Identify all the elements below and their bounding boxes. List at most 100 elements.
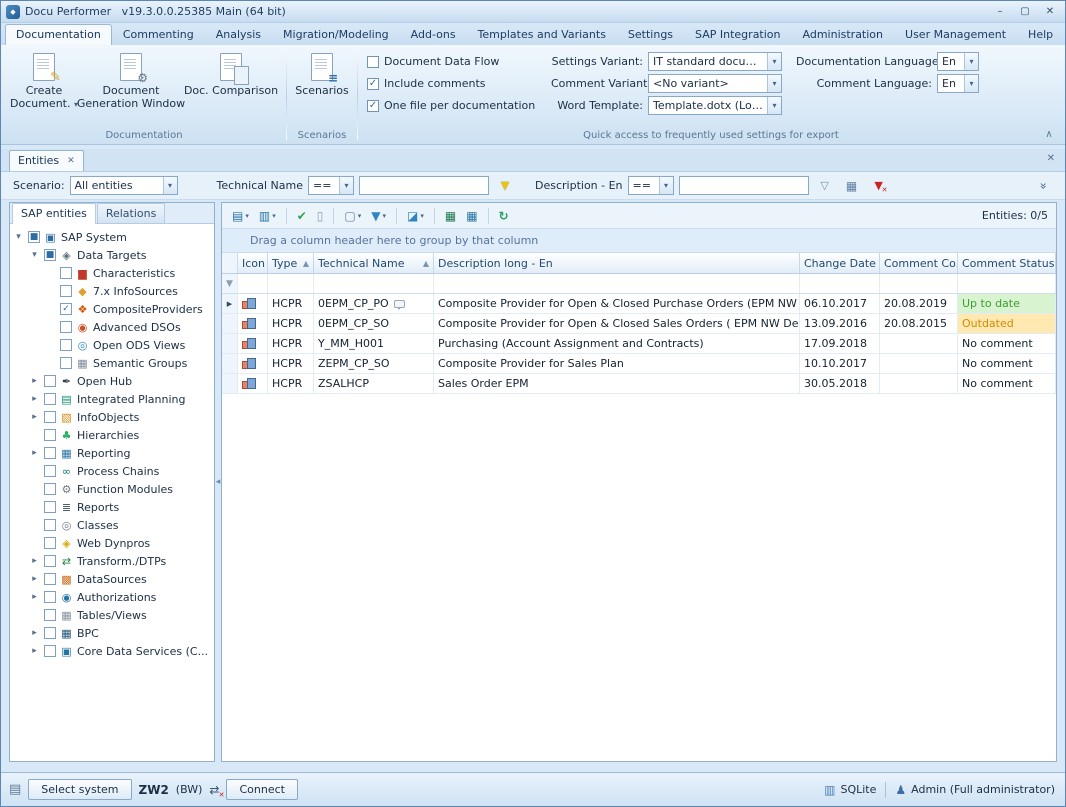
ribbon-tab-analysis[interactable]: Analysis bbox=[205, 24, 272, 45]
checkbox-document-data-flow[interactable]: Document Data Flow bbox=[367, 51, 537, 72]
table-row[interactable]: HCPR 0EPM_CP_SO Composite Provider for O… bbox=[222, 314, 1056, 334]
doc-comparison-button[interactable]: Doc. Comparison bbox=[179, 47, 283, 98]
tree-item-function-modules[interactable]: ⚙Function Modules bbox=[12, 480, 212, 498]
expander-icon[interactable]: ▸ bbox=[28, 412, 41, 422]
expander-icon[interactable]: ▸ bbox=[28, 628, 41, 638]
filter-cell-type[interactable] bbox=[268, 274, 314, 293]
panel-close-button[interactable]: ✕ bbox=[1047, 153, 1055, 164]
checkbox[interactable]: ■ bbox=[28, 231, 40, 243]
description-filter-input[interactable] bbox=[679, 176, 809, 195]
maximize-button[interactable]: ▢ bbox=[1015, 4, 1035, 20]
clear-filter-button[interactable]: ▼ ✕ bbox=[868, 175, 890, 196]
checkbox[interactable] bbox=[60, 357, 72, 369]
table-row[interactable]: HCPR Y_MM_H001 Purchasing (Account Assig… bbox=[222, 334, 1056, 354]
filter-cell-change-date[interactable] bbox=[800, 274, 880, 293]
documentation-language-select[interactable]: En ▾ bbox=[937, 52, 979, 71]
tree-item-integrated-planning[interactable]: ▸▤Integrated Planning bbox=[12, 390, 212, 408]
expander-icon[interactable]: ▸ bbox=[28, 556, 41, 566]
ribbon-tab-settings[interactable]: Settings bbox=[617, 24, 684, 45]
tree-item-label[interactable]: BPC bbox=[77, 627, 99, 640]
checkbox-one-file-per-documentation[interactable]: ✓ One file per documentation bbox=[367, 95, 537, 116]
tab-entities[interactable]: Entities ✕ bbox=[9, 150, 84, 171]
tree-item-reporting[interactable]: ▸▦Reporting bbox=[12, 444, 212, 462]
ribbon-tab-administration[interactable]: Administration bbox=[792, 24, 895, 45]
tree-item-label[interactable]: DataSources bbox=[77, 573, 147, 586]
checkbox[interactable] bbox=[60, 321, 72, 333]
checkbox[interactable] bbox=[44, 573, 56, 585]
checkbox[interactable]: ✓ bbox=[60, 303, 72, 315]
column-header-icon-col[interactable]: Icon bbox=[238, 253, 268, 273]
checkbox[interactable] bbox=[44, 465, 56, 477]
filter-cell-description[interactable] bbox=[434, 274, 800, 293]
tree-item-label[interactable]: Core Data Services (C... bbox=[77, 645, 208, 658]
tab-close-icon[interactable]: ✕ bbox=[67, 156, 75, 166]
ribbon-tab-sap-integration[interactable]: SAP Integration bbox=[684, 24, 791, 45]
expander-icon[interactable]: ▸ bbox=[28, 448, 41, 458]
checkbox[interactable] bbox=[44, 411, 56, 423]
expander-icon[interactable]: ▸ bbox=[28, 592, 41, 602]
ribbon-tab-user-management[interactable]: User Management bbox=[894, 24, 1017, 45]
filter-cell-comment-co[interactable] bbox=[880, 274, 958, 293]
checkbox[interactable] bbox=[44, 609, 56, 621]
tree-item-hierarchies[interactable]: ♣Hierarchies bbox=[12, 426, 212, 444]
checkbox-include-comments[interactable]: ✓ Include comments bbox=[367, 73, 537, 94]
checkbox[interactable] bbox=[44, 375, 56, 387]
tree-item-label[interactable]: Tables/Views bbox=[77, 609, 147, 622]
checkbox[interactable] bbox=[60, 267, 72, 279]
scenario-select[interactable]: All entities ▾ bbox=[70, 176, 178, 195]
checkbox[interactable]: ■ bbox=[44, 249, 56, 261]
tree-item-bpc[interactable]: ▸▦BPC bbox=[12, 624, 212, 642]
table-row[interactable]: ▶ HCPR 0EPM_CP_PO Composite Provider for… bbox=[222, 294, 1056, 314]
expander-icon[interactable]: ▸ bbox=[28, 646, 41, 656]
tree-item-label[interactable]: Function Modules bbox=[77, 483, 173, 496]
checkbox[interactable] bbox=[44, 429, 56, 441]
tree-item-core-data-services[interactable]: ▸▣Core Data Services (C... bbox=[12, 642, 212, 660]
ribbon-tab-templates-variants[interactable]: Templates and Variants bbox=[467, 24, 617, 45]
column-header-description[interactable]: Description long - En bbox=[434, 253, 800, 273]
tree-item-authorizations[interactable]: ▸◉Authorizations bbox=[12, 588, 212, 606]
ribbon-tab-migration-modeling[interactable]: Migration/Modeling bbox=[272, 24, 400, 45]
document-generation-window-button[interactable]: Document Generation Window bbox=[83, 47, 179, 111]
comment-variant-select[interactable]: <No variant> ▾ bbox=[648, 74, 782, 93]
tree-item-label[interactable]: Reporting bbox=[77, 447, 130, 460]
ribbon-tab-documentation[interactable]: Documentation bbox=[5, 24, 112, 45]
technical-name-filter-input[interactable] bbox=[359, 176, 489, 195]
screen-preview-button[interactable]: ▢▾ bbox=[340, 206, 365, 226]
tree-item-label[interactable]: Transform./DTPs bbox=[77, 555, 166, 568]
checkbox[interactable] bbox=[44, 555, 56, 567]
tree-item-reports[interactable]: ≣Reports bbox=[12, 498, 212, 516]
expander-icon[interactable]: ▸ bbox=[28, 394, 41, 404]
select-system-button[interactable]: Select system bbox=[28, 779, 131, 800]
tab-relations[interactable]: Relations bbox=[97, 203, 166, 223]
tree-item-label[interactable]: Open Hub bbox=[77, 375, 132, 388]
tree-item-web-dynpros[interactable]: ◈Web Dynpros bbox=[12, 534, 212, 552]
tree-item-label[interactable]: Process Chains bbox=[77, 465, 159, 478]
tree-item-label[interactable]: InfoObjects bbox=[77, 411, 139, 424]
filter-cell-comment-status[interactable] bbox=[958, 274, 1056, 293]
checkbox[interactable] bbox=[44, 519, 56, 531]
close-button[interactable]: ✕ bbox=[1040, 4, 1060, 20]
tree-item-label[interactable]: Hierarchies bbox=[77, 429, 139, 442]
ribbon-tab-commenting[interactable]: Commenting bbox=[112, 24, 205, 45]
create-document-button[interactable]: Create Document. ▾ bbox=[5, 47, 83, 112]
tree-item-open-ods-views[interactable]: ◎Open ODS Views bbox=[12, 336, 212, 354]
checkbox[interactable] bbox=[44, 501, 56, 513]
tree-item-datasources[interactable]: ▸▩DataSources bbox=[12, 570, 212, 588]
ribbon-tab-add-ons[interactable]: Add-ons bbox=[400, 24, 467, 45]
tree-item-tables-views[interactable]: ▦Tables/Views bbox=[12, 606, 212, 624]
checkbox[interactable] bbox=[44, 483, 56, 495]
connect-button[interactable]: Connect bbox=[226, 779, 297, 800]
expander-icon[interactable]: ▾ bbox=[12, 232, 25, 242]
filter-cell-technical-name[interactable] bbox=[314, 274, 434, 293]
checkbox[interactable] bbox=[44, 393, 56, 405]
tree-item-data-targets[interactable]: ▾■◈Data Targets bbox=[12, 246, 212, 264]
tree-item-label[interactable]: Authorizations bbox=[77, 591, 156, 604]
tree-item-label[interactable]: Data Targets bbox=[77, 249, 147, 262]
checkbox[interactable] bbox=[60, 285, 72, 297]
tree-item-label[interactable]: Integrated Planning bbox=[77, 393, 186, 406]
filter-variant-button[interactable]: ▼▾ bbox=[367, 206, 390, 226]
checkbox[interactable] bbox=[44, 447, 56, 459]
settings-variant-select[interactable]: IT standard documen... ▾ bbox=[648, 52, 782, 71]
tree-item-label[interactable]: CompositeProviders bbox=[93, 303, 203, 316]
scenarios-button[interactable]: Scenarios bbox=[290, 47, 354, 98]
